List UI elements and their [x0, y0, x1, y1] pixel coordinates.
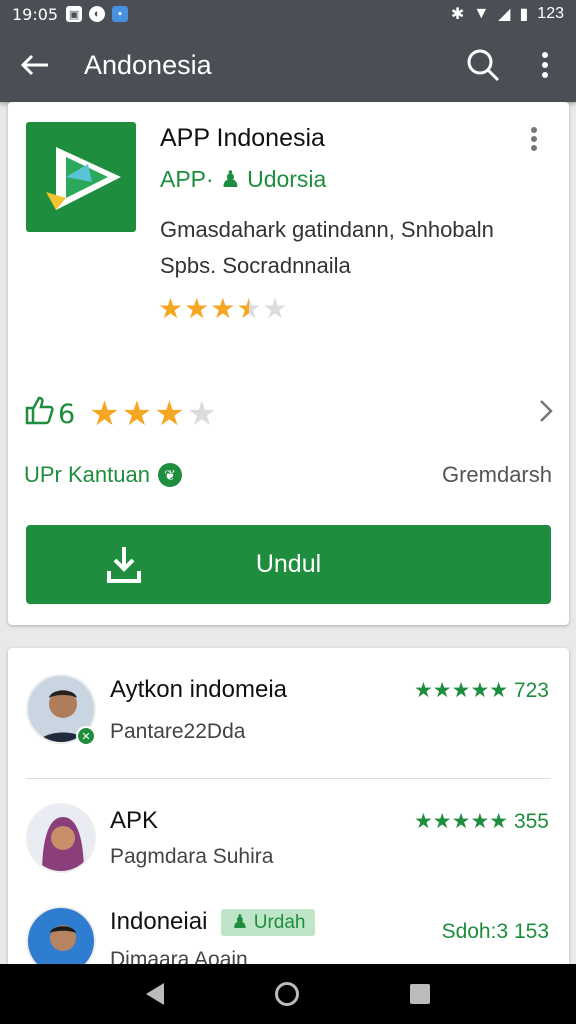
leaf-icon: ❦	[157, 463, 182, 487]
wifi-icon: ▼	[473, 5, 490, 22]
install-button[interactable]: Undul	[26, 525, 551, 604]
meta-value: Gremdarsh	[441, 462, 552, 487]
app-icon	[26, 122, 136, 232]
status-bar: 19:05 ▣ ◐ ▪ ✱ ▼ ◢ ▮ 123	[0, 0, 576, 28]
message-icon: ▣	[66, 6, 83, 22]
battery-level: 123	[537, 5, 564, 22]
nav-recents-icon[interactable]	[410, 984, 431, 1004]
notification-icon: ◐	[89, 6, 106, 22]
app-bar: Andonesia	[0, 28, 576, 102]
star-icon: ★	[210, 293, 237, 324]
category-link[interactable]: UPr Kantuan ❦	[24, 462, 182, 488]
star-empty-icon: ★	[262, 293, 289, 324]
list-item[interactable]: ✕ Aytkon indomeia Pantare22Dda ★★★★★ 723	[8, 648, 569, 778]
star-icon: ★	[89, 395, 122, 433]
app-detail-card: APP Indonesia APP· ♟ Udorsia Gmasdahark …	[8, 102, 569, 625]
arrow-left-icon	[20, 54, 48, 76]
more-vert-icon	[531, 127, 537, 151]
app-rating-stars: ★★★★★	[158, 292, 289, 325]
item-subtitle: Pagmdara Suhira	[110, 845, 274, 868]
install-label: Undul	[255, 550, 322, 578]
category-label: UPr Kantuan	[24, 462, 150, 487]
nav-home-icon[interactable]	[274, 982, 299, 1006]
system-nav-bar	[0, 964, 576, 1024]
avatar	[26, 803, 96, 873]
star-icon: ★	[158, 293, 185, 324]
page-title: Andonesia	[84, 49, 212, 80]
item-rating: Sdoh:3 153	[441, 920, 549, 943]
back-button[interactable]	[0, 28, 70, 102]
rating-stars: ★★★★	[89, 394, 219, 434]
related-list-card: ✕ Aytkon indomeia Pantare22Dda ★★★★★ 723…	[8, 648, 569, 978]
star-icon: ★	[121, 395, 155, 433]
download-icon	[107, 547, 141, 583]
item-rating: ★★★★★ 355	[413, 810, 549, 833]
search-icon	[467, 49, 500, 82]
item-title: Indoneiai ♟ Urdah	[110, 908, 316, 937]
description-line: Spbs. Socradnnaila	[160, 253, 351, 278]
more-vert-icon	[542, 52, 548, 78]
overflow-menu-button[interactable]	[514, 28, 576, 102]
developer-link[interactable]: APP· ♟ Udorsia	[160, 166, 326, 193]
photo-icon: ▪	[112, 6, 129, 22]
item-title: Aytkon indomeia	[110, 676, 287, 703]
rating-row[interactable]: 6 ★★★★	[24, 392, 554, 436]
star-icon: ★	[184, 293, 211, 324]
item-tag: ♟ Urdah	[221, 909, 316, 937]
rating-count: 6	[58, 398, 76, 430]
thumbs-up-icon	[24, 395, 54, 433]
clock: 19:05	[12, 4, 59, 24]
star-icon: ★	[154, 395, 187, 433]
nav-back-icon[interactable]	[145, 983, 164, 1005]
item-subtitle: Pantare22Dda	[110, 720, 246, 743]
chevron-right-icon[interactable]	[538, 398, 554, 431]
battery-icon: ▮	[519, 6, 529, 23]
item-rating: ★★★★★ 723	[413, 679, 549, 702]
bluetooth-icon: ✱	[450, 6, 465, 23]
star-half-icon: ★	[236, 293, 263, 324]
app-description: Gmasdahark gatindann, Snhobaln Spbs. Soc…	[160, 212, 540, 284]
star-empty-icon: ★	[186, 395, 220, 433]
list-item[interactable]: APK Pagmdara Suhira ★★★★★ 355	[8, 779, 569, 899]
item-title: APK	[110, 807, 159, 834]
description-line: Gmasdahark gatindann, Snhobaln	[160, 217, 494, 242]
card-menu-button[interactable]	[530, 126, 538, 158]
meta-row: UPr Kantuan ❦ Gremdarsh	[24, 462, 552, 488]
verified-badge-icon: ✕	[76, 726, 96, 746]
signal-icon: ◢	[498, 6, 511, 23]
search-button[interactable]	[452, 28, 514, 102]
item-title-text: Indoneiai	[110, 908, 208, 935]
app-name: APP Indonesia	[160, 124, 325, 152]
